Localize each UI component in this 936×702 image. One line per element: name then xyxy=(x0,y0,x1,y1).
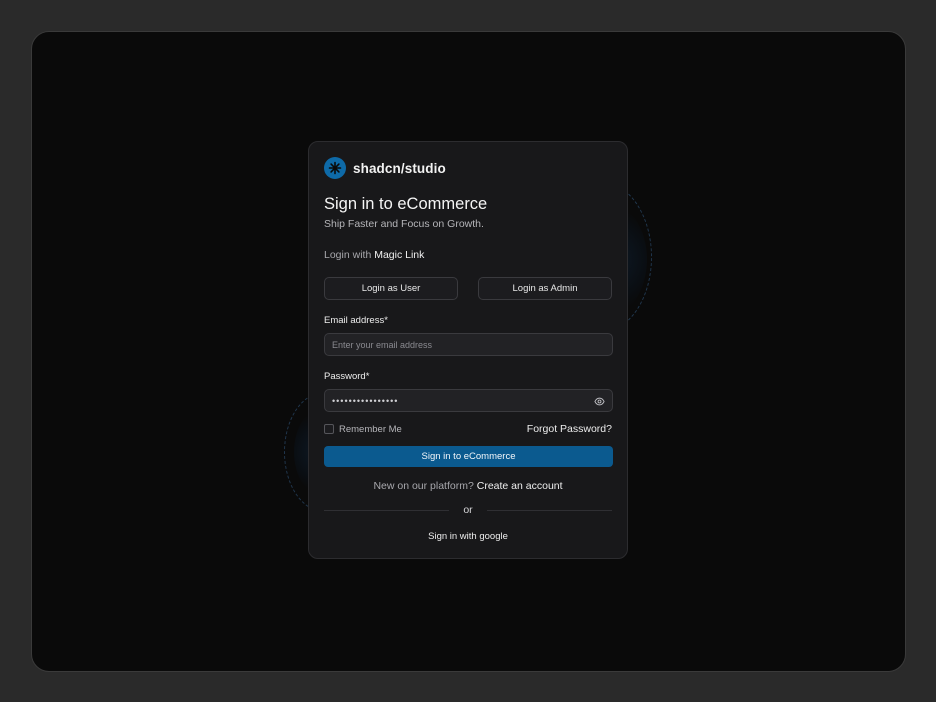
divider-line-left xyxy=(324,509,450,511)
brand-header: shadcn/studio xyxy=(324,157,612,179)
login-card: shadcn/studio Sign in to eCommerce Ship … xyxy=(308,141,628,559)
email-label: Email address* xyxy=(324,315,388,326)
divider-line-right xyxy=(486,509,612,511)
brand-name: shadcn/studio xyxy=(353,160,446,176)
password-label: Password* xyxy=(324,371,370,382)
remember-me-checkbox[interactable] xyxy=(324,424,334,434)
remember-me-label: Remember Me xyxy=(339,423,402,435)
remember-me[interactable]: Remember Me xyxy=(324,424,402,435)
magic-link[interactable]: Magic Link xyxy=(374,249,424,261)
password-value: •••••••••••••••• xyxy=(332,395,399,406)
email-field[interactable]: Enter your email address xyxy=(324,333,613,356)
eye-icon[interactable] xyxy=(594,396,605,407)
quick-login-row: Login as User Login as Admin xyxy=(324,277,612,300)
forgot-password-link[interactable]: Forgot Password? xyxy=(527,423,612,435)
signup-row: New on our platform? Create an account xyxy=(324,479,612,493)
magic-link-prefix: Login with xyxy=(324,249,372,261)
signup-prefix: New on our platform? xyxy=(373,480,474,492)
google-sign-in-button[interactable]: Sign in with google xyxy=(324,531,612,542)
create-account-link[interactable]: Create an account xyxy=(477,480,563,492)
password-field[interactable]: •••••••••••••••• xyxy=(324,389,613,412)
login-as-admin-button[interactable]: Login as Admin xyxy=(478,277,612,300)
or-divider: or xyxy=(324,504,612,516)
login-as-user-button[interactable]: Login as User xyxy=(324,277,458,300)
page-subtitle: Ship Faster and Focus on Growth. xyxy=(324,218,484,230)
magic-link-row: Login with Magic Link xyxy=(324,248,612,262)
divider-label: or xyxy=(463,504,473,516)
asterisk-logo-icon xyxy=(324,157,346,179)
sign-in-button[interactable]: Sign in to eCommerce xyxy=(324,446,613,467)
email-placeholder: Enter your email address xyxy=(332,339,433,350)
page-title: Sign in to eCommerce xyxy=(324,195,488,213)
options-row: Remember Me Forgot Password? xyxy=(324,423,612,435)
